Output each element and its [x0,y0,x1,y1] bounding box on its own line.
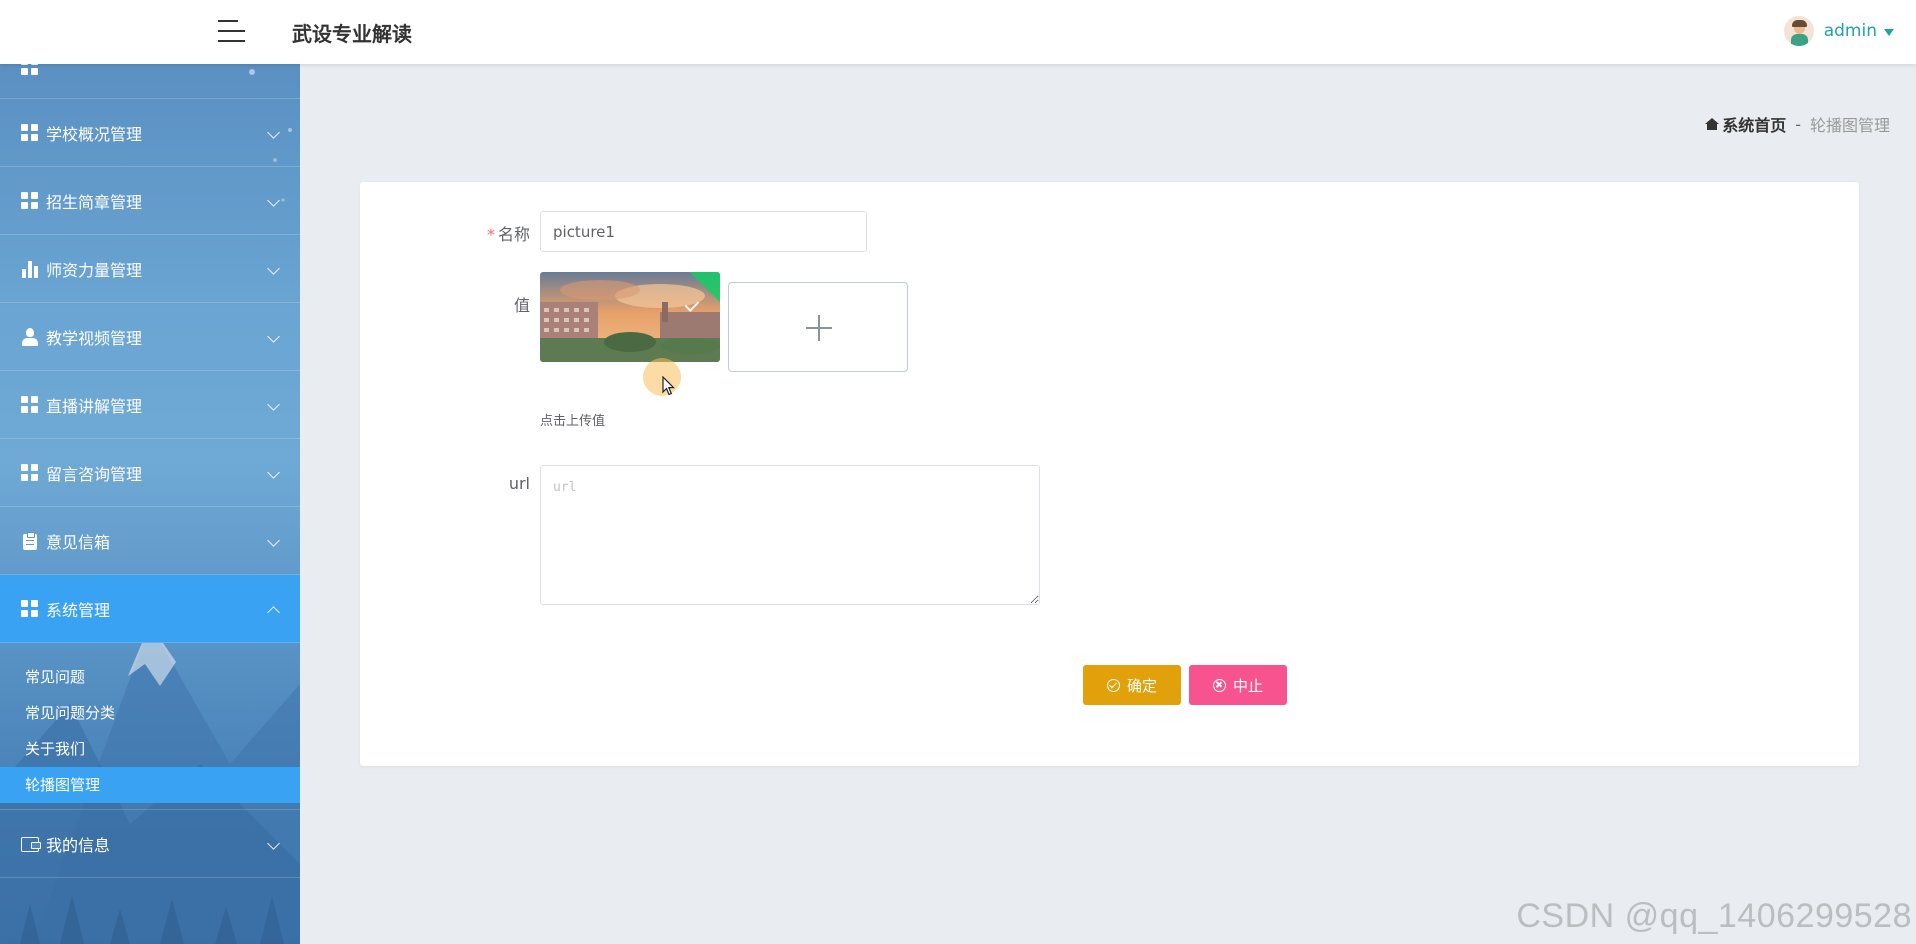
grid-icon [21,64,39,76]
sidebar-item-faculty[interactable]: 师资力量管理 [0,235,300,303]
caret-down-icon [1884,28,1894,36]
user-icon [21,327,39,346]
name-label: * 名称 [486,225,530,244]
sidebar-item-label: 招生简章管理 [46,192,143,212]
avatar [1783,16,1814,46]
menu-toggle-icon[interactable] [218,19,245,43]
sidebar-subitem-about[interactable]: 关于我们 [0,731,300,767]
upload-tip: 点击上传值 [540,414,606,429]
user-menu[interactable]: admin [1783,14,1894,48]
mouse-cursor-icon [662,376,675,396]
url-label: url [508,474,530,493]
breadcrumb-home[interactable]: 系统首页 [1722,112,1786,136]
chevron-down-icon [267,194,280,207]
breadcrumb-separator: - [1795,114,1801,134]
sidebar: 学校概况管理 招生简章管理 师资力量管理 教学视频管理 直播讲解管理 留言咨询管… [0,64,300,944]
sidebar-item-label: 师资力量管理 [46,260,143,280]
chevron-down-icon [267,126,280,139]
form-card: *名称 值 [360,182,1859,766]
sidebar-item-label: 意见信箱 [46,532,111,552]
sidebar-menu: 学校概况管理 招生简章管理 师资力量管理 教学视频管理 直播讲解管理 留言咨询管… [0,64,300,878]
breadcrumb-current: 轮播图管理 [1809,116,1890,135]
sidebar-item-label: 教学视频管理 [46,328,143,348]
sidebar-subitem-carousel[interactable]: 轮播图管理 [0,767,300,803]
sidebar-item-label: 系统管理 [46,600,111,620]
user-name: admin [1823,21,1877,41]
sidebar-item-my-info[interactable]: 我的信息 [0,809,300,878]
sidebar-item-teaching-video[interactable]: 教学视频管理 [0,303,300,371]
watermark: CSDN @qq_1406299528 [1516,897,1912,935]
sidebar-item-partial[interactable] [0,64,300,99]
sidebar-subitem-faq-category[interactable]: 常见问题分类 [0,695,300,731]
close-circle-icon [1212,678,1226,692]
campus-photo-icon [540,272,720,362]
sidebar-item-label: 留言咨询管理 [46,464,143,484]
confirm-button[interactable]: 确定 [1083,665,1181,705]
url-textarea[interactable] [540,465,1040,605]
grid-icon [21,123,39,142]
name-input[interactable] [540,211,867,252]
wallet-icon [21,835,41,853]
sidebar-item-admissions[interactable]: 招生简章管理 [0,167,300,235]
confirm-button-label: 确定 [1126,676,1157,695]
grid-icon [21,191,39,210]
top-header: 武设专业解读 admin [0,0,1916,64]
chevron-down-icon [267,262,280,275]
sidebar-submenu: 常见问题 常见问题分类 关于我们 轮播图管理 [0,643,300,803]
chevron-down-icon [267,466,280,479]
chevron-down-icon [267,398,280,411]
sidebar-item-label: 学校概况管理 [46,124,143,144]
sidebar-item-label: 直播讲解管理 [46,396,143,416]
chevron-down-icon [267,837,280,850]
app-title: 武设专业解读 [292,22,412,46]
upload-image-button[interactable] [728,282,908,372]
uploaded-image-thumbnail[interactable] [540,272,720,362]
chevron-up-icon [267,606,280,619]
bar-chart-icon [21,260,39,278]
value-label: 值 [513,296,530,315]
sidebar-item-system[interactable]: 系统管理 [0,575,300,643]
clipboard-icon [21,531,39,550]
chevron-down-icon [267,330,280,343]
chevron-down-icon [267,534,280,547]
grid-icon [21,395,39,414]
sidebar-item-live[interactable]: 直播讲解管理 [0,371,300,439]
sidebar-item-label: 我的信息 [46,835,111,855]
cancel-button[interactable]: 中止 [1189,665,1287,705]
check-circle-icon [1106,678,1120,692]
sidebar-subitem-faq[interactable]: 常见问题 [0,659,300,695]
cancel-button-label: 中止 [1232,676,1263,695]
breadcrumb: 系统首页 - 轮播图管理 [1705,112,1890,136]
grid-icon [21,463,39,482]
sidebar-item-school-overview[interactable]: 学校概况管理 [0,99,300,167]
sidebar-item-feedback[interactable]: 意见信箱 [0,507,300,575]
grid-icon [21,599,39,618]
home-icon [1705,118,1720,130]
sidebar-item-consultation[interactable]: 留言咨询管理 [0,439,300,507]
